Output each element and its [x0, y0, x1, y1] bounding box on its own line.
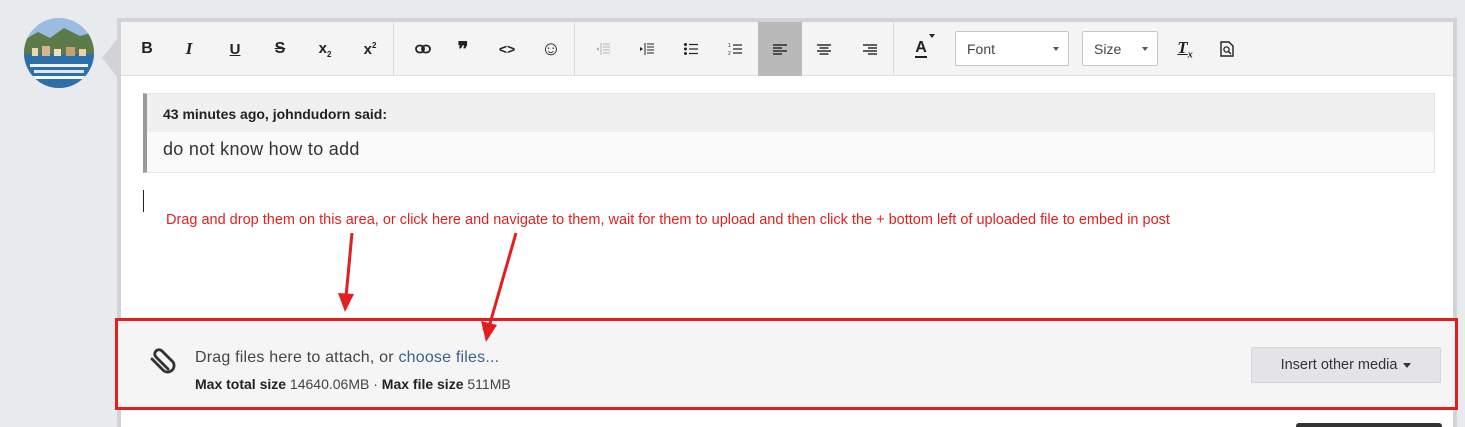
- max-total-value: 14640.06MB: [289, 376, 370, 392]
- max-file-label: Max file size: [381, 376, 464, 392]
- chevron-down-icon: [1053, 47, 1059, 51]
- link-icon: [415, 44, 431, 54]
- attachment-area[interactable]: Drag files here to attach, or choose fil…: [115, 318, 1458, 410]
- choose-files-link[interactable]: choose files...: [398, 349, 499, 366]
- align-right-button[interactable]: [854, 22, 886, 76]
- svg-text:2: 2: [728, 51, 731, 56]
- toolbar-divider: [393, 22, 394, 76]
- italic-icon: I: [185, 39, 193, 58]
- emoji-icon: ☺: [540, 37, 562, 60]
- link-button[interactable]: [407, 22, 439, 76]
- reply-editor: B I U S x2 x2 ❞ <> ☺ 1 2 A Font Size Tx …: [115, 18, 1458, 427]
- text-color-icon: A: [915, 39, 927, 58]
- indent-button[interactable]: [631, 22, 663, 76]
- clear-format-button[interactable]: Tx: [1169, 22, 1201, 76]
- attach-prompt: Drag files here to attach, or choose fil…: [195, 349, 499, 367]
- bullet-list-button[interactable]: [675, 22, 707, 76]
- superscript-button[interactable]: x2: [354, 22, 386, 76]
- subscript-icon: x2: [318, 39, 332, 59]
- subscript-button[interactable]: x2: [309, 22, 341, 76]
- bold-icon: B: [141, 40, 153, 57]
- code-button[interactable]: <>: [491, 22, 523, 76]
- size-select-label: Size: [1094, 40, 1122, 57]
- text-color-button[interactable]: A: [901, 22, 941, 76]
- quote-icon: ❞: [457, 38, 469, 61]
- user-avatar[interactable]: [24, 18, 94, 88]
- emoji-button[interactable]: ☺: [535, 22, 567, 76]
- superscript-icon: x2: [363, 40, 377, 58]
- avatar-photo: [24, 18, 94, 88]
- quote-text: do not know how to add: [163, 139, 360, 159]
- align-center-button[interactable]: [808, 22, 840, 76]
- preview-icon: [1220, 41, 1234, 57]
- size-select[interactable]: Size: [1082, 31, 1158, 66]
- quote-citation: 43 minutes ago, johndudorn said:: [147, 94, 1434, 132]
- align-center-icon: [817, 43, 831, 55]
- text-color-caret-icon: [929, 34, 935, 38]
- max-total-label: Max total size: [195, 376, 287, 392]
- strikethrough-button[interactable]: S: [264, 22, 296, 76]
- paperclip-icon: [150, 348, 176, 374]
- bold-button[interactable]: B: [131, 22, 163, 76]
- underline-button[interactable]: U: [219, 22, 251, 76]
- max-file-value: 511MB: [467, 376, 511, 392]
- svg-text:1: 1: [728, 43, 731, 49]
- font-select[interactable]: Font: [955, 31, 1069, 66]
- outdent-button[interactable]: [587, 22, 619, 76]
- insert-media-label: Insert other media: [1280, 357, 1398, 373]
- toolbar-divider: [574, 22, 575, 76]
- attach-limits: Max total size 14640.06MB · Max file siz…: [195, 376, 511, 392]
- text-cursor: [143, 190, 144, 212]
- bullet-list-icon: [684, 43, 698, 55]
- toolbar-divider: [893, 22, 894, 76]
- clear-format-icon: Tx: [1177, 37, 1193, 61]
- limits-separator: ·: [373, 376, 378, 392]
- italic-button[interactable]: I: [173, 22, 205, 76]
- align-left-button[interactable]: [758, 22, 802, 76]
- strikethrough-icon: S: [274, 40, 286, 57]
- numbered-list-icon: 12: [728, 43, 742, 56]
- underline-icon: U: [229, 40, 241, 58]
- editor-toolbar: B I U S x2 x2 ❞ <> ☺ 1 2 A Font Size Tx: [121, 22, 1453, 76]
- preview-button[interactable]: [1211, 22, 1243, 76]
- chevron-down-icon: [1142, 47, 1148, 51]
- align-left-icon: [773, 43, 787, 55]
- code-icon: <>: [498, 41, 516, 57]
- numbered-list-button[interactable]: 12: [719, 22, 751, 76]
- indent-icon: [640, 43, 654, 55]
- quote-button[interactable]: ❞: [447, 22, 479, 76]
- avatar-pointer: [102, 38, 118, 78]
- font-select-label: Font: [967, 40, 996, 57]
- caret-down-icon: [1403, 362, 1412, 368]
- submit-button-edge[interactable]: [1296, 423, 1442, 427]
- align-right-icon: [863, 43, 877, 55]
- annotation-text: Drag and drop them on this area, or clic…: [166, 212, 1170, 228]
- insert-other-media-button[interactable]: Insert other media: [1251, 347, 1441, 383]
- attach-prompt-text: Drag files here to attach, or: [195, 349, 399, 366]
- outdent-icon: [596, 43, 610, 55]
- quote-block: 43 minutes ago, johndudorn said: do not …: [143, 93, 1435, 173]
